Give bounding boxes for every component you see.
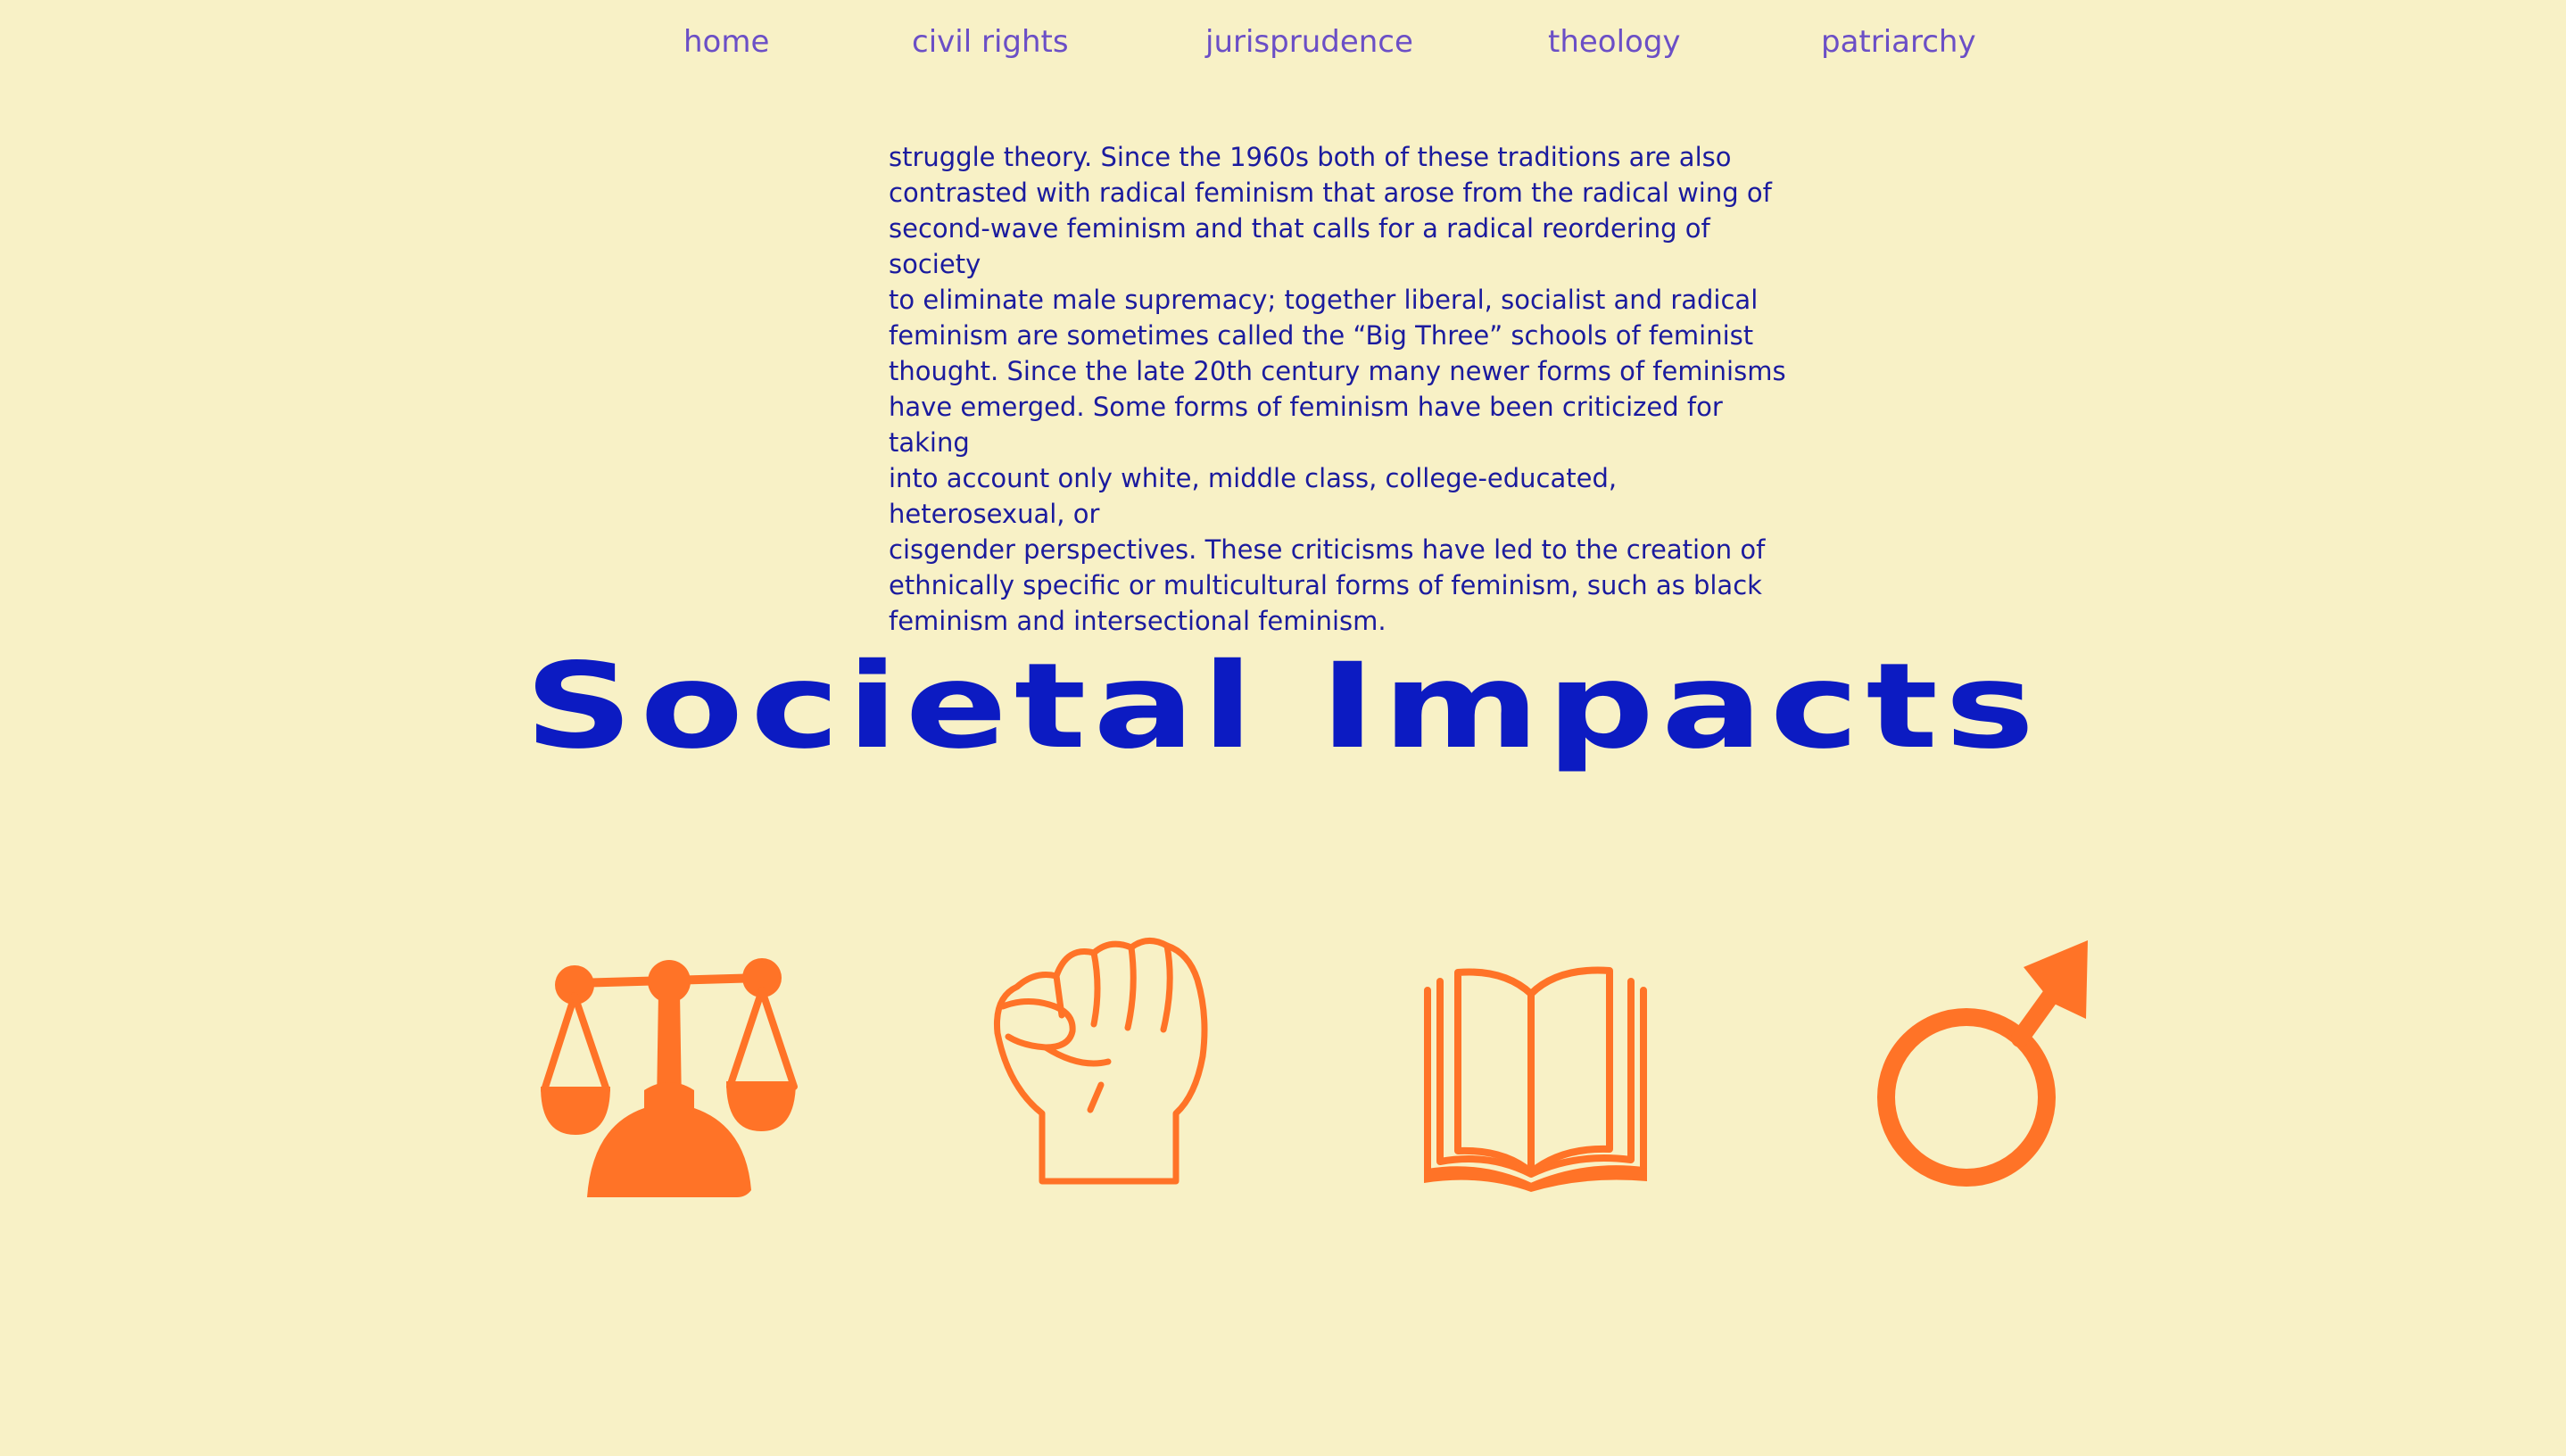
body-paragraph: struggle theory. Since the 1960s both of… — [889, 142, 1786, 636]
nav-link-civil-rights[interactable]: civil rights — [912, 20, 1069, 64]
top-nav: home civil rights jurisprudence theology… — [0, 20, 2566, 64]
open-book-icon — [1419, 964, 1651, 1192]
nav-link-theology[interactable]: theology — [1548, 20, 1681, 64]
nav-link-home[interactable]: home — [683, 20, 769, 64]
section-heading: Societal Impacts — [524, 638, 2042, 775]
male-symbol-icon — [1874, 935, 2093, 1192]
nav-link-jurisprudence[interactable]: jurisprudence — [1205, 20, 1413, 64]
nav-link-patriarchy[interactable]: patriarchy — [1821, 20, 1976, 64]
scales-of-justice-icon — [539, 956, 798, 1199]
raised-fist-icon — [990, 935, 1217, 1187]
